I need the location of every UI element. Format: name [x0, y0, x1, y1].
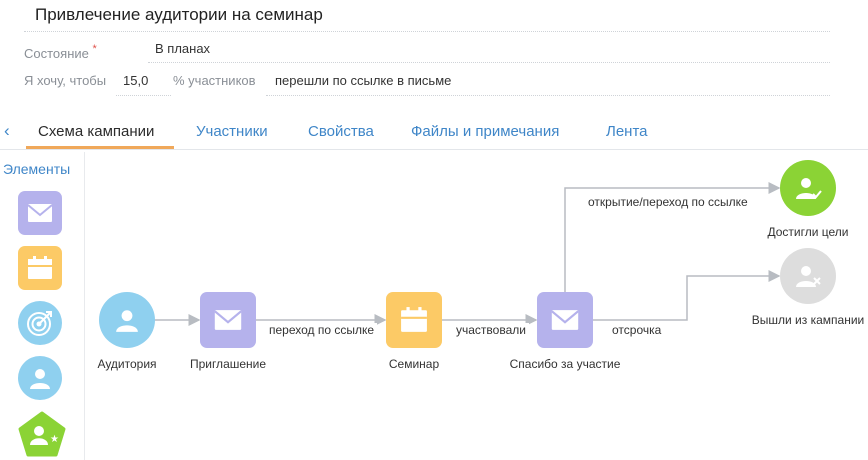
node-invitation-label: Приглашение [189, 357, 267, 371]
node-seminar[interactable] [386, 292, 442, 348]
user-x-icon [796, 266, 821, 287]
edge-label-attended: участвовали [453, 323, 529, 337]
node-audience-label: Аудитория [97, 357, 157, 371]
node-exited[interactable] [780, 248, 836, 304]
node-invitation[interactable] [200, 292, 256, 348]
user-icon [116, 310, 138, 332]
email-icon [214, 310, 242, 330]
node-thanks[interactable] [537, 292, 593, 348]
node-exited-label: Вышли из кампании [751, 313, 865, 327]
email-icon [551, 310, 579, 330]
user-check-icon [796, 178, 822, 199]
edge-label-delay: отсрочка [609, 323, 665, 337]
node-goal-reached[interactable] [780, 160, 836, 216]
edge-label-open-click: открытие/переход по ссылке [585, 195, 751, 209]
edge-label-link-click: переход по ссылке [266, 323, 378, 337]
node-goal-reached-label: Достигли цели [767, 225, 849, 239]
node-seminar-label: Семинар [388, 357, 440, 371]
calendar-icon [401, 307, 427, 332]
node-audience[interactable] [99, 292, 155, 348]
node-thanks-label: Спасибо за участие [509, 357, 621, 371]
diagram-connectors [154, 182, 781, 326]
